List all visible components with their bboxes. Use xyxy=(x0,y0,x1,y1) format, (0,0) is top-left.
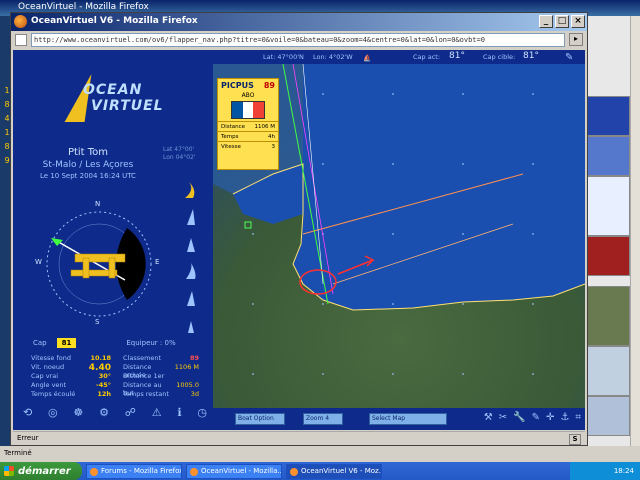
clock-icon[interactable]: ◷ xyxy=(197,406,207,426)
taskbar-item[interactable]: Forums - Mozilla Firefox xyxy=(86,463,182,479)
cap-label: Cap cible: xyxy=(483,53,516,61)
signal-icon[interactable]: ☍ xyxy=(125,406,136,426)
compass-e: E xyxy=(155,258,160,266)
card-row: Temps 4h xyxy=(218,131,278,141)
boat-option-select[interactable]: Boat Option xyxy=(235,413,285,425)
close-button[interactable]: × xyxy=(571,15,585,28)
crosshair-icon[interactable]: ✛ xyxy=(546,412,554,423)
window-titlebar[interactable]: OceanVirtuel V6 - Mozilla Firefox _ □ × xyxy=(11,13,587,31)
compass-rose[interactable]: N S E W xyxy=(35,200,163,328)
equipeur-label: Equipeur : 0% xyxy=(126,339,176,347)
clock: 18:24 xyxy=(613,467,634,475)
thumbnail-image xyxy=(586,286,630,346)
background-right-panel xyxy=(584,16,640,456)
minimize-button[interactable]: _ xyxy=(539,15,553,28)
url-input[interactable] xyxy=(31,32,565,47)
measure-icon[interactable]: ✂ xyxy=(499,412,507,423)
map-select[interactable]: Select Map xyxy=(369,413,447,425)
thumbnail-image xyxy=(586,136,630,176)
anchor-icon[interactable]: ⚓ xyxy=(560,412,569,423)
grid-icon[interactable]: ⌗ xyxy=(575,412,581,423)
lon-readout: Lon: 4°02'W xyxy=(313,53,353,61)
page-content: Lat: 47°00'N Lon: 4°02'W ⛵ Cap act: 81° … xyxy=(13,50,585,430)
pencil-icon[interactable]: ✎ xyxy=(532,412,540,423)
ov-mini-logo: ⛵ xyxy=(363,54,372,62)
thumbnail-image xyxy=(586,96,630,136)
start-button[interactable]: démarrer xyxy=(0,462,82,480)
left-toolbar: ⟲ ◎ ☸ ⚙ ☍ ⚠ ℹ ◷ xyxy=(17,406,213,426)
stats-table: Vitesse fond 10.18 Classement 89 Vit. noeud… xyxy=(31,354,211,399)
sat-value: 81° xyxy=(449,51,465,61)
firefox-window: OceanVirtuel V6 - Mozilla Firefox _ □ × … xyxy=(10,12,588,446)
stats-row: Vitesse fond 10.18 Classement 89 xyxy=(31,354,199,362)
helm-icon[interactable]: ☸ xyxy=(73,406,83,426)
zoom-select[interactable]: Zoom 4 xyxy=(303,413,343,425)
boat-info-card[interactable]: PICPUS 89 ABO Distance 1106 M Temps 4h Vit… xyxy=(217,78,279,170)
sat-label: Cap act: xyxy=(413,53,441,61)
stats-row: Vit. noeud 4.40 Distance arrivée 1106 M xyxy=(31,363,199,379)
status-s-button[interactable]: S xyxy=(569,434,581,445)
compass-s: S xyxy=(95,318,100,326)
selection-row: Cap 81 Equipeur : 0% xyxy=(33,338,176,348)
selection-value[interactable]: 81 xyxy=(56,338,77,348)
maximize-button[interactable]: □ xyxy=(555,15,569,28)
warning-icon[interactable]: ⚠ xyxy=(152,406,162,426)
pen-icon[interactable]: ✎ xyxy=(565,52,573,63)
status-text: Erreur xyxy=(17,434,39,442)
stats-row: Angle vent -45° Distance au but 1005.0 xyxy=(31,381,199,397)
thumbnail-image xyxy=(586,346,630,396)
map-bottom-bar: Boat Option Zoom 4 Select Map ⚒ ✂ 🔧 ✎ ✛ … xyxy=(213,408,585,430)
compass-n: N xyxy=(95,200,101,208)
sail-staysail-icon[interactable] xyxy=(183,315,197,335)
card-row: Distance 1106 M xyxy=(218,121,278,131)
background-scrollbar[interactable] xyxy=(630,16,640,456)
system-tray: 18:24 xyxy=(570,462,640,480)
rotate-icon[interactable]: ⟲ xyxy=(23,406,32,426)
left-panel: OCEAN VIRTUEL Ptit Tom St-Malo / Les Aço… xyxy=(13,50,213,430)
race-date: Le 10 Sept 2004 16:24 UTC xyxy=(40,172,136,180)
sail-gennaker-icon[interactable] xyxy=(183,288,197,308)
card-row: Vitesse 3 xyxy=(218,141,278,151)
url-bar: ▸ xyxy=(11,31,587,48)
france-flag-icon xyxy=(231,101,265,119)
card-sub: ABO xyxy=(241,92,255,99)
taskbar-item[interactable]: OceanVirtuel - Mozilla... xyxy=(186,463,282,479)
status-bar: Erreur S xyxy=(13,431,585,445)
coordinates: Lat 47°00' Lon 04°02' xyxy=(163,146,196,161)
selection-label: Cap xyxy=(33,339,47,347)
lat-readout: Lat: 47°00'N xyxy=(263,53,304,61)
sail-genoa-icon[interactable] xyxy=(183,207,197,227)
stats-row: Temps écoulé 12h Temps restant 3d xyxy=(31,390,199,398)
ocean-virtuel-logo: OCEAN VIRTUEL xyxy=(53,68,163,128)
sail-jib-icon[interactable] xyxy=(183,234,197,254)
background-status-bar: Terminé xyxy=(0,446,640,462)
wrench-icon[interactable]: 🔧 xyxy=(513,412,525,423)
thumbnail-image xyxy=(586,396,630,436)
sail-selector xyxy=(183,180,203,342)
thumbnail-image xyxy=(586,176,630,236)
cap-value: 81° xyxy=(523,51,539,61)
stats-row: Cap vrai 30° Distance 1er xyxy=(31,372,165,380)
tools-icon[interactable]: ⚒ xyxy=(484,412,493,423)
window-title: OceanVirtuel V6 - Mozilla Firefox xyxy=(31,16,198,26)
go-button[interactable]: ▸ xyxy=(569,33,583,46)
race-route: St-Malo / Les Açores xyxy=(42,160,134,170)
taskbar: démarrer Forums - Mozilla Firefox OceanV… xyxy=(0,462,640,480)
compass-w: W xyxy=(35,258,42,266)
card-number: 89 xyxy=(263,81,275,90)
nodes-icon[interactable]: ⚙ xyxy=(99,406,109,426)
taskbar-item-active[interactable]: OceanVirtuel V6 - Moz... xyxy=(286,463,382,479)
sail-spinnaker-icon[interactable] xyxy=(183,180,197,200)
info-icon[interactable]: ℹ xyxy=(177,406,181,426)
target-icon[interactable]: ◎ xyxy=(48,406,58,426)
firefox-icon xyxy=(14,15,27,28)
page-icon xyxy=(15,33,27,46)
wind-sector xyxy=(116,228,146,300)
wind-arrow-icon xyxy=(51,238,63,246)
boat-name: Ptit Tom xyxy=(67,147,109,158)
sail-code0-icon[interactable] xyxy=(183,261,197,281)
card-code: PICPUS xyxy=(221,81,254,90)
thumbnail-image xyxy=(586,236,630,276)
